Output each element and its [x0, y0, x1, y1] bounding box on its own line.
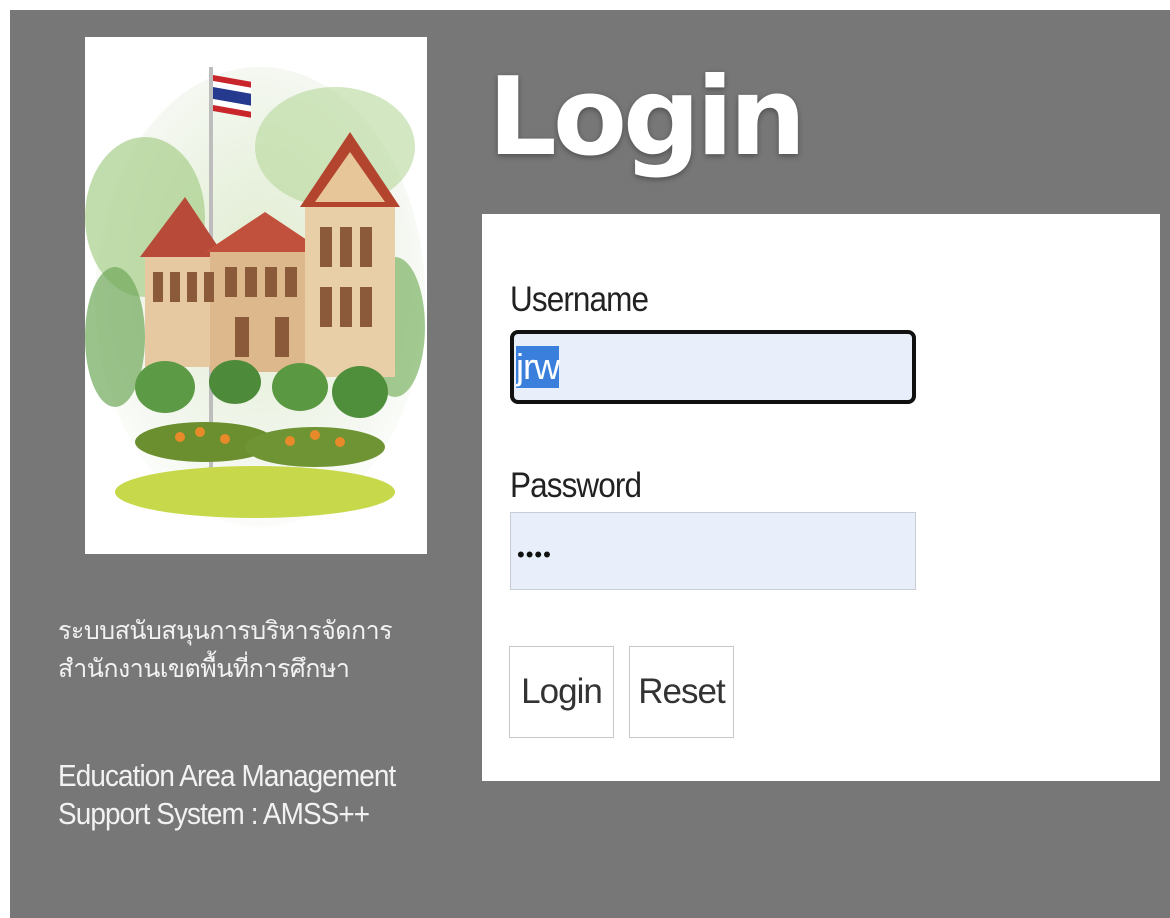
school-logo: [85, 37, 427, 554]
reset-button[interactable]: Reset: [629, 646, 734, 738]
password-input[interactable]: [510, 512, 916, 590]
login-form-panel: Username Password Login Reset: [482, 214, 1160, 781]
organization-name-thai-line-1: ระบบสนับสนุนการบริหารจัดการ: [58, 616, 393, 645]
username-input[interactable]: [510, 330, 916, 404]
organization-name-thai-line-2: สำนักงานเขตพื้นที่การศึกษา: [58, 654, 350, 683]
organization-name-english-line-2: Support System : AMSS++: [58, 796, 370, 831]
login-button[interactable]: Login: [509, 646, 614, 738]
password-label: Password: [510, 466, 642, 505]
username-label: Username: [510, 280, 649, 319]
school-building-with-thai-flag-icon: [85, 37, 427, 554]
organization-name-english-line-1: Education Area Management: [58, 758, 396, 793]
organization-name-english: Education Area Management Support System…: [58, 757, 436, 833]
page-title: Login: [488, 55, 806, 180]
organization-name-thai: ระบบสนับสนุนการบริหารจัดการ สำนักงานเขตพ…: [58, 612, 478, 688]
